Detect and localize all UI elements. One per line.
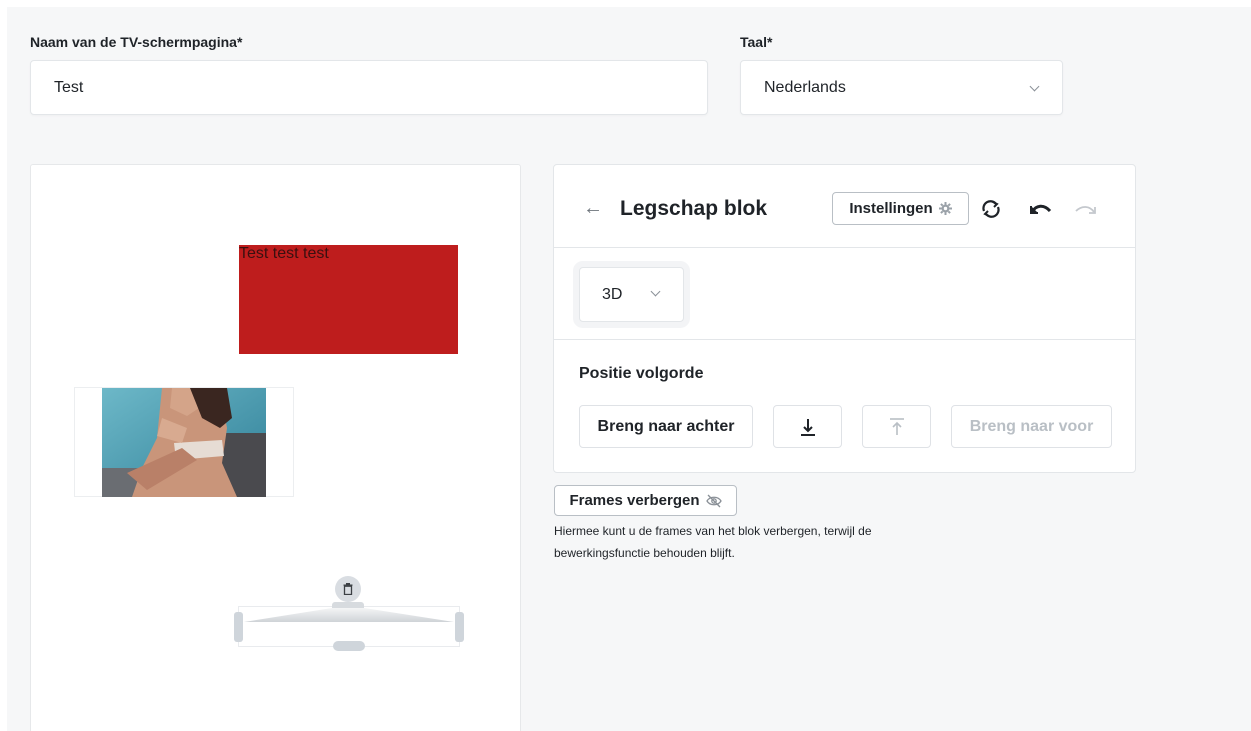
language-value: Nederlands: [764, 78, 846, 96]
settings-button[interactable]: Instellingen: [832, 192, 969, 225]
bring-to-front-label: Breng naar voor: [969, 417, 1094, 435]
mode-section: 3D: [554, 248, 1135, 340]
undo-icon: [1030, 204, 1052, 214]
redo-button[interactable]: [1072, 195, 1100, 223]
chevron-down-icon: [1029, 81, 1040, 92]
gear-icon: [938, 202, 952, 215]
photo-image[interactable]: [102, 388, 266, 497]
name-value: Test: [54, 78, 84, 96]
refresh-button[interactable]: [977, 195, 1005, 223]
eye-off-icon: [705, 494, 722, 507]
send-backward-button[interactable]: [773, 405, 842, 448]
name-label: Naam van de TV-schermpagina*: [30, 34, 243, 50]
shelf-graphic[interactable]: [232, 600, 466, 654]
arrow-down-to-line-icon: [800, 418, 815, 436]
arrow-up-to-line-icon: [889, 417, 904, 435]
send-to-back-label: Breng naar achter: [597, 417, 735, 435]
trash-icon: [343, 583, 353, 595]
chevron-down-icon: [650, 286, 661, 297]
panel-header: ← Legschap blok Instellingen: [554, 165, 1135, 248]
position-order-title: Positie volgorde: [579, 365, 704, 382]
settings-label: Instellingen: [849, 200, 933, 217]
send-to-back-button[interactable]: Breng naar achter: [579, 405, 753, 448]
hide-frames-help-text: Hiermee kunt u de frames van het blok ve…: [554, 524, 872, 560]
mode-value: 3D: [602, 286, 623, 303]
refresh-icon: [982, 200, 1000, 218]
language-select[interactable]: Nederlands: [740, 60, 1063, 115]
arrow-left-icon[interactable]: ←: [583, 197, 603, 220]
undo-button[interactable]: [1026, 195, 1054, 223]
panel-title: Legschap blok: [620, 197, 768, 220]
block-settings-panel: ← Legschap blok Instellingen 3D Positie …: [553, 164, 1136, 473]
text-block-content: Test test test: [239, 245, 329, 262]
bring-to-front-button[interactable]: Breng naar voor: [951, 405, 1112, 448]
redo-icon: [1075, 206, 1096, 214]
hide-frames-label: Frames verbergen: [569, 492, 700, 509]
delete-block-button[interactable]: [335, 576, 361, 602]
bring-forward-button[interactable]: [862, 405, 931, 448]
text-block[interactable]: Test test test: [239, 245, 458, 354]
hide-frames-button[interactable]: Frames verbergen: [554, 485, 737, 516]
language-label: Taal*: [740, 34, 773, 50]
photo-graphic: [102, 388, 266, 497]
name-input[interactable]: Test: [30, 60, 708, 115]
mode-select[interactable]: 3D: [579, 267, 684, 322]
